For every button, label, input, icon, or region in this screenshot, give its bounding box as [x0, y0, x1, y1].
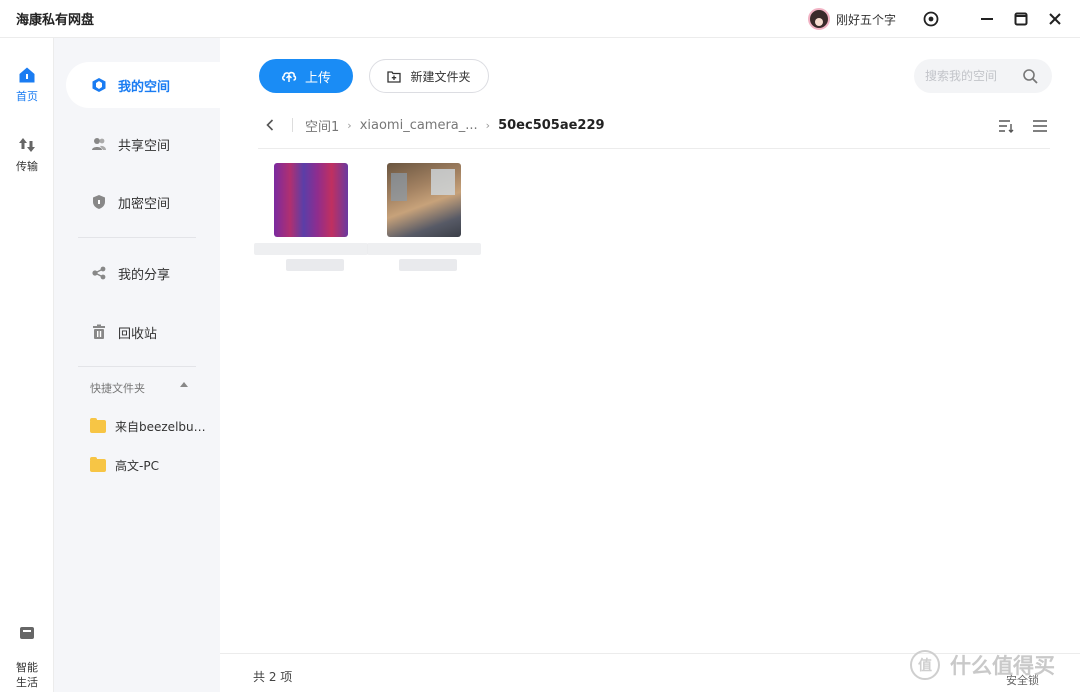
cloud-upload-icon	[282, 71, 297, 82]
toolbar-divider	[258, 148, 1050, 149]
sidebar-item-my-shares[interactable]: 我的分享	[54, 250, 220, 296]
sidebar-item-encrypted-space[interactable]: 加密空间	[54, 179, 220, 225]
item-count: 共 2 项	[253, 670, 293, 684]
transfer-icon	[19, 138, 35, 152]
breadcrumb: 空间1 › xiaomi_camera_... › 50ec505ae229	[260, 114, 605, 136]
folder-icon	[90, 456, 106, 472]
watermark-text: 什么值得买	[950, 654, 1055, 678]
list-view-icon[interactable]	[1030, 116, 1050, 136]
close-icon[interactable]	[1044, 8, 1066, 30]
sidebar-item-label: 加密空间	[118, 196, 171, 212]
rail-item-smart-life[interactable]: 智能 生活	[0, 610, 54, 690]
rail-label-smart-life: 智能 生活	[16, 661, 38, 689]
file-meta-blurred	[399, 259, 457, 271]
file-item[interactable]	[254, 163, 368, 271]
collapse-caret-icon[interactable]	[180, 382, 188, 387]
sidebar-divider	[78, 237, 196, 238]
watermark-badge: 值	[910, 650, 940, 680]
file-name-blurred	[254, 243, 368, 255]
rail-label-transfer: 传输	[16, 160, 38, 173]
quick-folder-item[interactable]: 来自beezelbub...	[90, 416, 210, 436]
sidebar-item-recycle-bin[interactable]: 回收站	[54, 309, 220, 355]
share-icon	[90, 264, 108, 282]
sidebar-item-label: 我的空间	[118, 79, 171, 95]
quick-folder-item[interactable]: 高文-PC	[90, 455, 210, 475]
box-icon	[20, 627, 34, 639]
search-input[interactable]	[925, 69, 1017, 83]
quick-folders-title: 快捷文件夹	[90, 382, 145, 395]
quick-folder-label: 来自beezelbub...	[115, 419, 210, 434]
main-panel: 上传 新建文件夹 空间1 › xiaomi_camera_... › 50ec5…	[220, 38, 1080, 692]
sidebar-item-label: 共享空间	[118, 138, 171, 154]
sidebar-item-my-space[interactable]: 我的空间	[66, 62, 220, 108]
settings-icon[interactable]	[920, 8, 942, 30]
quick-folder-label: 高文-PC	[115, 458, 159, 473]
chevron-right-icon: ›	[347, 118, 352, 132]
breadcrumb-item[interactable]: xiaomi_camera_...	[360, 118, 478, 133]
folder-icon	[90, 417, 106, 433]
user-name[interactable]: 刚好五个字	[836, 11, 896, 28]
breadcrumb-divider	[292, 118, 293, 132]
rail-label-home: 首页	[16, 90, 38, 103]
file-thumbnail[interactable]	[387, 163, 461, 237]
upload-label: 上传	[304, 70, 331, 86]
users-icon	[90, 135, 108, 153]
file-name-blurred	[367, 243, 481, 255]
upload-button[interactable]: 上传	[259, 59, 353, 93]
new-folder-label: 新建文件夹	[410, 69, 471, 84]
sidebar-item-label: 回收站	[118, 326, 158, 342]
sidebar-divider	[78, 366, 196, 367]
avatar[interactable]	[808, 8, 830, 30]
nav-rail: 首页 传输 智能 生活	[0, 38, 60, 692]
new-folder-button[interactable]: 新建文件夹	[369, 59, 489, 93]
sort-icon[interactable]	[996, 116, 1016, 136]
breadcrumb-item[interactable]: 空间1	[305, 116, 339, 135]
sidebar-item-label: 我的分享	[118, 267, 171, 283]
search-icon[interactable]	[1022, 68, 1038, 88]
maximize-icon[interactable]	[1010, 8, 1032, 30]
sidebar-item-shared-space[interactable]: 共享空间	[54, 121, 220, 167]
new-folder-icon	[387, 70, 402, 83]
shield-icon	[90, 193, 108, 211]
rail-item-home[interactable]: 首页	[0, 66, 54, 104]
user-menu[interactable]: 刚好五个字	[808, 7, 896, 31]
file-item[interactable]	[367, 163, 481, 271]
search-box[interactable]	[914, 59, 1052, 93]
minimize-icon[interactable]	[976, 8, 998, 30]
sidebar: 我的空间 共享空间 加密空间 我的分享 回收站 快捷文件夹 来自beezelbu…	[54, 38, 220, 692]
file-meta-blurred	[286, 259, 344, 271]
title-bar: 海康私有网盘 刚好五个字	[0, 0, 1080, 38]
chevron-right-icon: ›	[485, 118, 491, 132]
home-icon	[19, 67, 35, 83]
breadcrumb-current: 50ec505ae229	[498, 117, 605, 133]
security-lock-label[interactable]: 安全锁	[1006, 672, 1039, 688]
back-chevron-icon[interactable]	[260, 115, 280, 135]
file-thumbnail[interactable]	[274, 163, 348, 237]
cube-icon	[90, 76, 108, 94]
trash-icon	[90, 323, 108, 341]
app-title: 海康私有网盘	[16, 13, 95, 28]
rail-item-transfer[interactable]: 传输	[0, 136, 54, 174]
